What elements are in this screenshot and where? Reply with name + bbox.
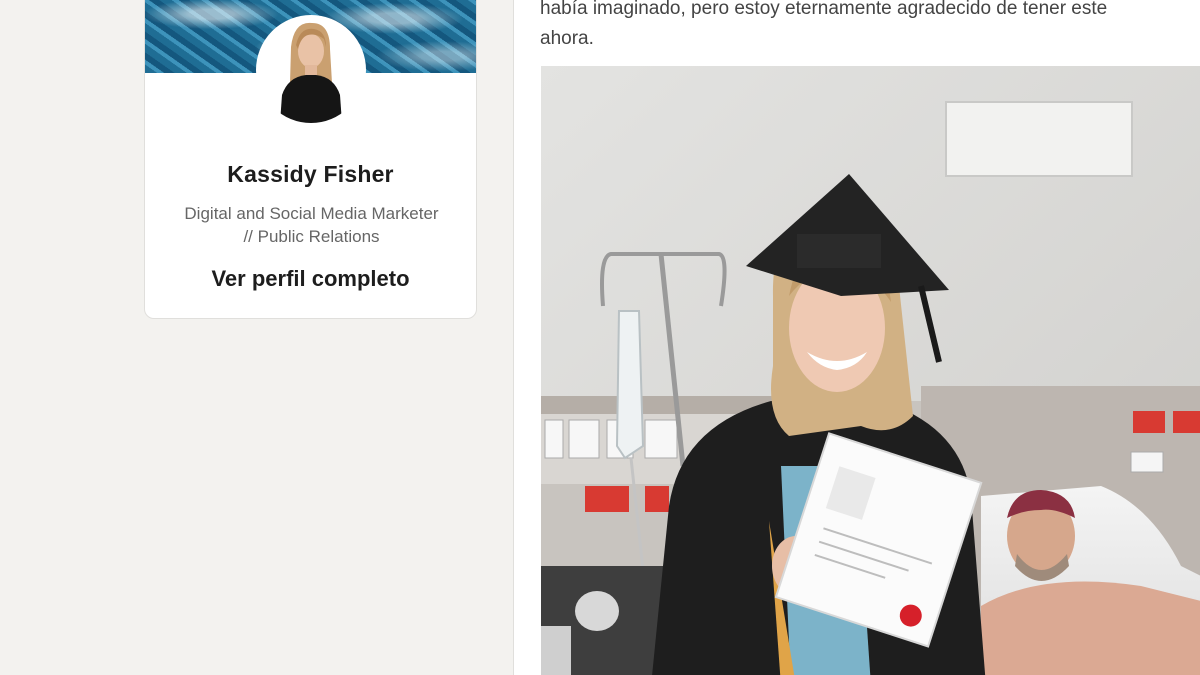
post-text-line: ahora. — [540, 28, 594, 49]
graduation-photo — [541, 66, 1200, 675]
avatar[interactable] — [256, 15, 366, 125]
page: Kassidy Fisher Digital and Social Media … — [0, 0, 1200, 675]
post-image[interactable] — [541, 66, 1200, 675]
view-full-profile-link[interactable]: Ver perfil completo — [145, 266, 476, 292]
profile-headline-line: Digital and Social Media Marketer — [184, 204, 439, 223]
post-text-line: había imaginado, pero estoy eternamente … — [540, 0, 1108, 19]
profile-name[interactable]: Kassidy Fisher — [145, 161, 476, 188]
profile-card: Kassidy Fisher Digital and Social Media … — [144, 0, 477, 319]
post-text: había imaginado, pero estoy eternamente … — [540, 0, 1200, 54]
profile-headline-line: // Public Relations — [243, 227, 380, 246]
feed-post: había imaginado, pero estoy eternamente … — [513, 0, 1200, 675]
profile-headline: Digital and Social Media Marketer // Pub… — [155, 202, 468, 248]
avatar-photo — [258, 17, 364, 123]
